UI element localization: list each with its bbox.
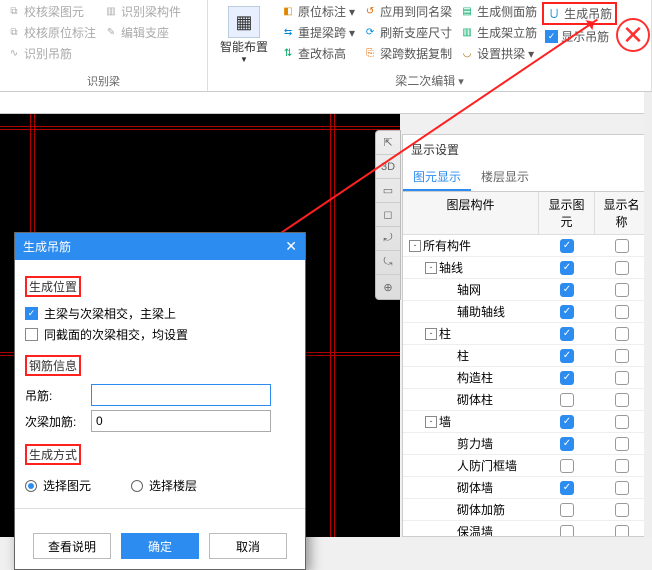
- checkbox-show-name[interactable]: [615, 371, 629, 385]
- table-row[interactable]: 保温墙: [403, 521, 649, 536]
- ribbon-refresh-support[interactable]: ⟳刷新支座尺寸: [360, 23, 455, 42]
- tree-body[interactable]: -所有构件-轴线轴网辅助轴线-柱柱构造柱砌体柱-墙剪力墙人防门框墙砌体墙砌体加筋…: [403, 235, 649, 536]
- input-sub-add[interactable]: [91, 410, 271, 432]
- checkbox-show-elem[interactable]: [560, 437, 574, 451]
- checkbox-show-name[interactable]: [615, 459, 629, 473]
- section-gen-mode: 生成方式: [25, 444, 81, 465]
- checkbox-show-name[interactable]: [615, 415, 629, 429]
- checkbox-show-name[interactable]: [615, 481, 629, 495]
- tab-element[interactable]: 图元显示: [403, 164, 471, 191]
- checkbox-show-name[interactable]: [615, 239, 629, 253]
- checkbox-show-elem[interactable]: [560, 327, 574, 341]
- tool-rotccw[interactable]: ⤾: [376, 227, 400, 251]
- section-rebar-info: 钢筋信息: [25, 355, 81, 376]
- chk-same-section[interactable]: [25, 328, 38, 341]
- ribbon-respan[interactable]: ⇆重提梁跨 ▾: [278, 23, 358, 42]
- checkbox-show-elem[interactable]: [560, 459, 574, 473]
- expander-icon[interactable]: -: [409, 240, 421, 252]
- input-hanging[interactable]: [91, 384, 271, 406]
- radio-select-elem[interactable]: [25, 480, 37, 492]
- table-row[interactable]: -轴线: [403, 257, 649, 279]
- table-row[interactable]: 砌体柱: [403, 389, 649, 411]
- table-row[interactable]: -墙: [403, 411, 649, 433]
- checkbox-show-name[interactable]: [615, 349, 629, 363]
- tool-cursor[interactable]: ⇱: [376, 131, 400, 155]
- ribbon-set-arch[interactable]: ◡设置拱梁 ▾: [457, 44, 540, 63]
- ribbon-ident-hang[interactable]: ∿识别吊筋: [4, 44, 99, 63]
- table-row[interactable]: 砌体加筋: [403, 499, 649, 521]
- ribbon-gen-erect[interactable]: ▥生成架立筋: [457, 23, 540, 42]
- checkbox-show-name[interactable]: [615, 503, 629, 517]
- table-row[interactable]: -柱: [403, 323, 649, 345]
- dialog-title: 生成吊筋: [23, 238, 71, 255]
- chk-main-sub[interactable]: [25, 307, 38, 320]
- checkbox-show-elem[interactable]: [560, 239, 574, 253]
- display-panel: 显示设置 图元显示 楼层显示 图层构件 显示图元 显示名称 -所有构件-轴线轴网…: [402, 134, 650, 537]
- radio-select-floor[interactable]: [131, 480, 143, 492]
- close-annotation-icon: ✕: [616, 18, 650, 52]
- checkbox-show-name[interactable]: [615, 261, 629, 275]
- ribbon-ident-comp[interactable]: ▥识别梁构件: [101, 2, 184, 21]
- group-label-1: 识别梁: [4, 71, 203, 89]
- tool-rotcw[interactable]: ⤿: [376, 251, 400, 275]
- table-row[interactable]: 剪力墙: [403, 433, 649, 455]
- scrollbar[interactable]: [644, 92, 652, 537]
- table-row[interactable]: -所有构件: [403, 235, 649, 257]
- checkbox-show-elem[interactable]: [560, 283, 574, 297]
- group-label-2: 梁二次编辑 ▾: [212, 70, 647, 89]
- checkbox-show-name[interactable]: [615, 283, 629, 297]
- ribbon-apply-same[interactable]: ↺应用到同名梁: [360, 2, 455, 21]
- checkbox-show-name[interactable]: [615, 327, 629, 341]
- tool-zoom[interactable]: ⊕: [376, 275, 400, 299]
- checkbox-show-elem[interactable]: [560, 481, 574, 495]
- ribbon-smart-layout[interactable]: ▦ 智能布置▼: [212, 2, 276, 68]
- dialog-close-icon[interactable]: ✕: [285, 238, 297, 255]
- checkbox-show-name[interactable]: [615, 305, 629, 319]
- table-row[interactable]: 轴网: [403, 279, 649, 301]
- dialog-titlebar[interactable]: 生成吊筋 ✕: [15, 233, 305, 260]
- checkbox-show-elem[interactable]: [560, 305, 574, 319]
- expander-icon[interactable]: -: [425, 262, 437, 274]
- table-row[interactable]: 柱: [403, 345, 649, 367]
- checkbox-show-name[interactable]: [615, 437, 629, 451]
- ribbon-gen-side[interactable]: ▤生成侧面筋: [457, 2, 540, 21]
- ribbon-check-beam[interactable]: ⧉校核梁图元: [4, 2, 99, 21]
- ribbon-check-origin[interactable]: ⧉校核原位标注: [4, 23, 99, 42]
- checkbox-show-elem[interactable]: [560, 371, 574, 385]
- tool-rect[interactable]: ▭: [376, 179, 400, 203]
- checkbox-show-name[interactable]: [615, 393, 629, 407]
- table-row[interactable]: 构造柱: [403, 367, 649, 389]
- panel-title: 显示设置: [403, 135, 649, 164]
- subbar: [0, 92, 652, 114]
- checkbox-show-elem[interactable]: [560, 261, 574, 275]
- checkbox-icon[interactable]: [545, 30, 558, 43]
- tool-face[interactable]: ◻: [376, 203, 400, 227]
- table-row[interactable]: 辅助轴线: [403, 301, 649, 323]
- panel-tabs: 图元显示 楼层显示: [403, 164, 649, 192]
- ribbon-origin-label[interactable]: ◧原位标注 ▾: [278, 2, 358, 21]
- table-row[interactable]: 砌体墙: [403, 477, 649, 499]
- table-row[interactable]: 人防门框墙: [403, 455, 649, 477]
- checkbox-show-name[interactable]: [615, 525, 629, 537]
- gen-hanging-dialog: 生成吊筋 ✕ 生成位置 主梁与次梁相交，主梁上 同截面的次梁相交，均设置 钢筋信…: [14, 232, 306, 570]
- checkbox-show-elem[interactable]: [560, 525, 574, 537]
- section-gen-position: 生成位置: [25, 276, 81, 297]
- ribbon-gen-hanging[interactable]: ⋃生成吊筋: [542, 2, 617, 25]
- ribbon-elev[interactable]: ⇅查改标高: [278, 44, 358, 63]
- checkbox-show-elem[interactable]: [560, 415, 574, 429]
- checkbox-show-elem[interactable]: [560, 349, 574, 363]
- tree-header: 图层构件 显示图元 显示名称: [403, 192, 649, 235]
- tab-floor[interactable]: 楼层显示: [471, 164, 539, 191]
- checkbox-show-elem[interactable]: [560, 393, 574, 407]
- expander-icon[interactable]: -: [425, 328, 437, 340]
- ribbon-copy-span[interactable]: ⎘梁跨数据复制: [360, 44, 455, 63]
- ribbon-edit-support[interactable]: ✎编辑支座: [101, 23, 184, 42]
- checkbox-show-elem[interactable]: [560, 503, 574, 517]
- expander-icon[interactable]: -: [425, 416, 437, 428]
